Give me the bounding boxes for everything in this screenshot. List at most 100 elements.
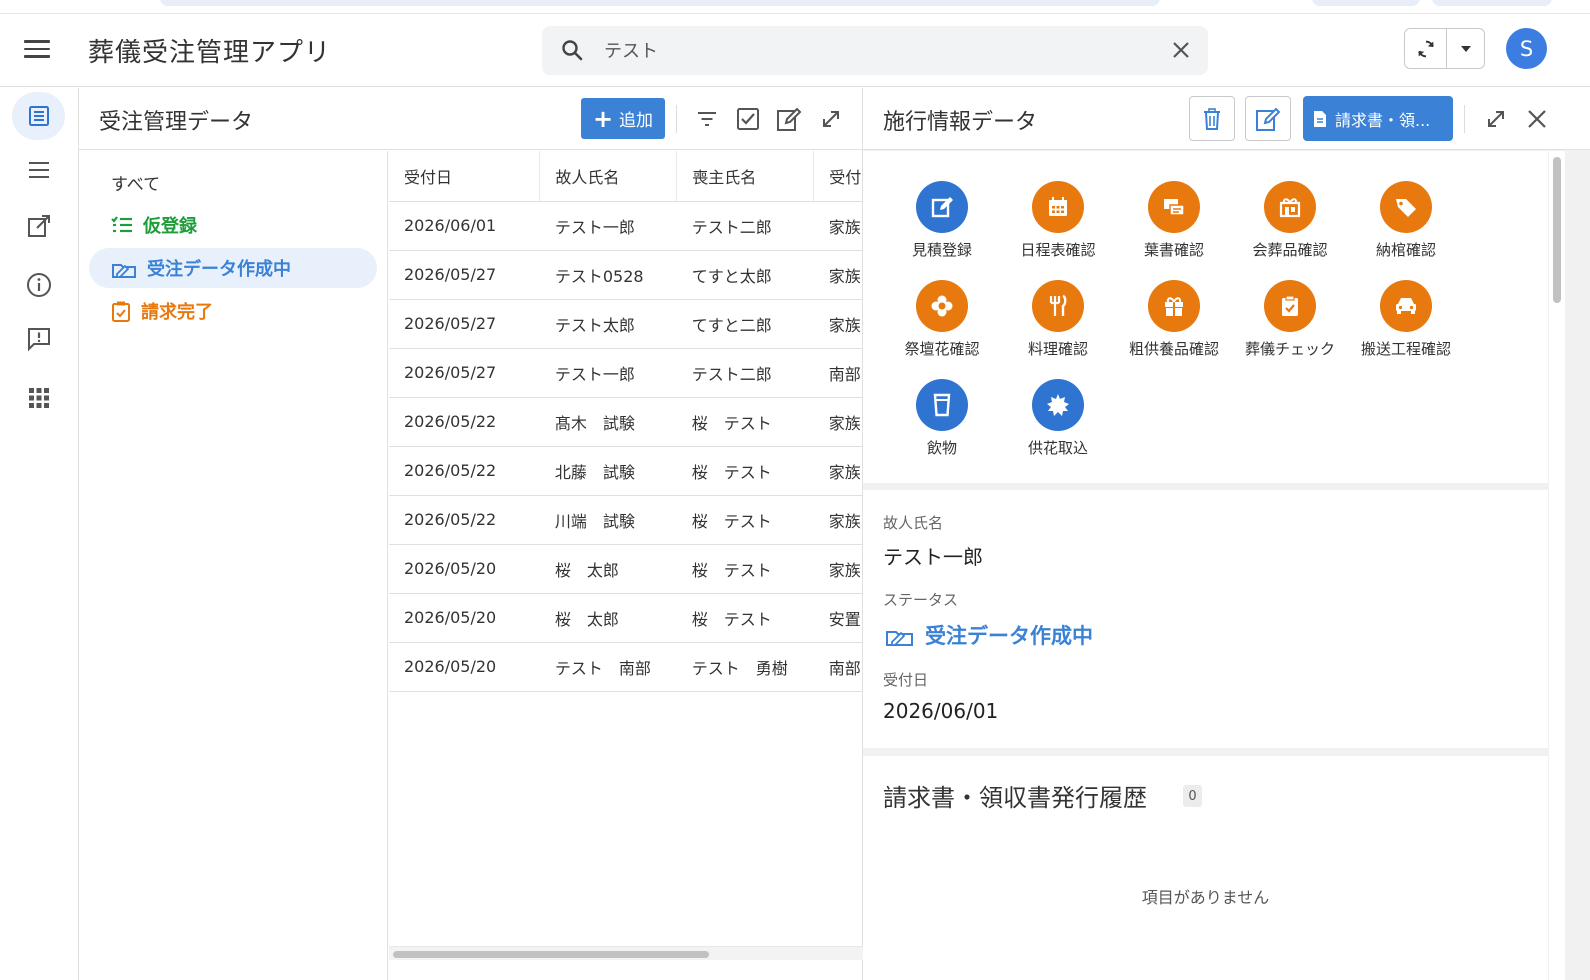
trash-icon bbox=[1204, 107, 1220, 130]
table-cell: テスト 南部 bbox=[539, 642, 677, 692]
select-button[interactable] bbox=[733, 104, 763, 134]
table-row[interactable]: 2026/05/22 川端 試験桜 テスト 家族 bbox=[389, 495, 863, 545]
filter-in-progress[interactable]: 受注データ作成中 bbox=[89, 248, 377, 288]
postcard-icon bbox=[1148, 181, 1200, 233]
checkbox-icon bbox=[737, 108, 759, 130]
detail-expand-button[interactable] bbox=[1481, 104, 1511, 134]
nav-feedback[interactable] bbox=[12, 315, 65, 363]
column-header[interactable]: 受付日 bbox=[389, 151, 541, 202]
deceased-name-value: テスト一郎 bbox=[883, 545, 983, 569]
table-row[interactable]: 2026/05/27 テスト太郎 てすと二郎 家族 bbox=[389, 299, 863, 349]
table-row[interactable]: 2026/05/27 テスト一郎 テスト二郎 南部 bbox=[389, 348, 863, 398]
clear-icon[interactable] bbox=[1170, 39, 1192, 61]
table-cell: テスト一郎 bbox=[539, 201, 677, 251]
table-cell: 2026/05/22 bbox=[389, 446, 540, 496]
avatar[interactable]: S bbox=[1506, 28, 1547, 69]
column-header[interactable]: 喪主氏名 bbox=[676, 151, 815, 202]
table-row[interactable]: 2026/05/20 テスト 南部 テスト 勇樹 南部 bbox=[389, 642, 863, 692]
action-label: 祭壇花確認 bbox=[904, 340, 980, 358]
table-row[interactable]: 2026/05/27 テスト0528 てすと太郎 家族 bbox=[389, 250, 863, 300]
filter-button[interactable] bbox=[692, 104, 722, 134]
sync-dropdown-button[interactable] bbox=[1447, 29, 1485, 68]
close-button[interactable] bbox=[1522, 104, 1552, 134]
detail-panel: 施行情報データ 請求書・領... 見積登録 日程表確認 葉書確認 会葬品確認 納… bbox=[863, 88, 1590, 980]
nav-external[interactable] bbox=[12, 202, 65, 250]
search-input[interactable] bbox=[604, 36, 1144, 64]
table-row[interactable]: 2026/05/20 桜 太郎桜 テスト 家族 bbox=[389, 544, 863, 594]
table-cell: 桜 テスト bbox=[676, 397, 814, 447]
table-cell: 2026/06/01 bbox=[389, 201, 540, 251]
deceased-name-label: 故人氏名 bbox=[883, 514, 944, 532]
table-row[interactable]: 2026/05/22 髙木 試験桜 テスト 家族 bbox=[389, 397, 863, 447]
table-cell: テスト二郎 bbox=[676, 201, 814, 251]
action-label: 飲物 bbox=[926, 439, 957, 457]
filter-all[interactable]: すべて bbox=[89, 162, 377, 202]
add-button[interactable]: + 追加 bbox=[581, 98, 665, 139]
action-altar-flowers[interactable]: 祭壇花確認 bbox=[884, 280, 1000, 359]
horizontal-scrollbar[interactable] bbox=[389, 946, 863, 960]
clipboard-check-icon bbox=[112, 301, 130, 322]
vertical-scrollbar[interactable] bbox=[1549, 151, 1565, 980]
close-icon bbox=[1528, 110, 1546, 128]
expand-icon bbox=[823, 111, 839, 127]
table-row[interactable]: 2026/05/20 桜 太郎桜 テスト 安置 bbox=[389, 593, 863, 643]
table-cell: 2026/05/20 bbox=[389, 544, 540, 594]
action-funeral-goods[interactable]: 会葬品確認 bbox=[1232, 181, 1348, 260]
table-row[interactable]: 2026/05/22 北藤 試験桜 テスト 家族 bbox=[389, 446, 863, 496]
utensils-icon bbox=[1032, 280, 1084, 332]
history-title: 請求書・領収書発行履歴 bbox=[883, 784, 1147, 812]
menu-icon[interactable] bbox=[24, 40, 50, 60]
list-alt-icon bbox=[28, 106, 49, 126]
expand-button[interactable] bbox=[816, 104, 846, 134]
action-schedule[interactable]: 日程表確認 bbox=[1000, 181, 1116, 260]
action-drinks[interactable]: 飲物 bbox=[884, 379, 1000, 458]
action-encoffining[interactable]: 納棺確認 bbox=[1348, 181, 1464, 260]
action-postcard[interactable]: 葉書確認 bbox=[1116, 181, 1232, 260]
bulk-edit-button[interactable] bbox=[774, 104, 804, 134]
status-text: 受注データ作成中 bbox=[925, 624, 1093, 648]
action-buttons-card: 見積登録 日程表確認 葉書確認 会葬品確認 納棺確認 祭壇花確認 料理確認 粗供… bbox=[863, 151, 1548, 483]
action-cuisine[interactable]: 料理確認 bbox=[1000, 280, 1116, 359]
table-cell: 髙木 試験 bbox=[539, 397, 677, 447]
nav-menu[interactable] bbox=[12, 146, 65, 194]
table-cell: 桜 太郎 bbox=[539, 544, 677, 594]
filter-provisional[interactable]: 仮登録 bbox=[89, 205, 377, 245]
action-offering-flowers[interactable]: 供花取込 bbox=[1000, 379, 1116, 458]
external-edit-icon bbox=[27, 215, 50, 237]
draft-icon bbox=[112, 264, 136, 278]
filter-billing-complete[interactable]: 請求完了 bbox=[89, 291, 377, 331]
divider bbox=[1464, 105, 1465, 133]
edit-icon bbox=[1256, 107, 1281, 131]
feedback-icon bbox=[27, 328, 50, 352]
invoice-button[interactable]: 請求書・領... bbox=[1303, 96, 1453, 141]
column-header[interactable]: 故人氏名 bbox=[539, 151, 678, 202]
delete-button[interactable] bbox=[1189, 96, 1235, 141]
action-transport[interactable]: 搬送工程確認 bbox=[1348, 280, 1464, 359]
edit-button[interactable] bbox=[1245, 96, 1291, 141]
app-title: 葬儀受注管理アプリ bbox=[88, 38, 332, 68]
table-cell: 家族 bbox=[813, 201, 863, 251]
scrollbar-thumb[interactable] bbox=[1553, 157, 1561, 303]
table-cell: 2026/05/20 bbox=[389, 593, 540, 643]
invoice-button-label: 請求書・領... bbox=[1335, 110, 1431, 130]
table-cell: 北藤 試験 bbox=[539, 446, 677, 496]
filter-icon bbox=[698, 112, 716, 126]
filter-label: 請求完了 bbox=[141, 302, 213, 323]
scrollbar-thumb[interactable] bbox=[393, 951, 709, 958]
table-cell: 桜 太郎 bbox=[539, 593, 677, 643]
nav-info[interactable] bbox=[12, 261, 65, 309]
action-return-gifts[interactable]: 粗供養品確認 bbox=[1116, 280, 1232, 359]
column-header[interactable]: 受付 bbox=[813, 151, 863, 202]
search-icon bbox=[562, 40, 583, 61]
table-row[interactable]: 2026/06/01 テスト一郎 テスト二郎 家族 bbox=[389, 201, 863, 251]
search-bar[interactable] bbox=[542, 26, 1208, 75]
action-estimate[interactable]: 見積登録 bbox=[884, 181, 1000, 260]
action-label: 納棺確認 bbox=[1375, 241, 1436, 259]
action-funeral-check[interactable]: 葬儀チェック bbox=[1232, 280, 1348, 359]
sync-button[interactable] bbox=[1405, 29, 1447, 68]
list-panel-title: 受注管理データ bbox=[99, 110, 254, 135]
plus-icon: + bbox=[592, 104, 614, 133]
add-button-label: 追加 bbox=[619, 111, 654, 131]
nav-apps[interactable] bbox=[12, 374, 65, 422]
nav-data-list[interactable] bbox=[12, 92, 65, 140]
